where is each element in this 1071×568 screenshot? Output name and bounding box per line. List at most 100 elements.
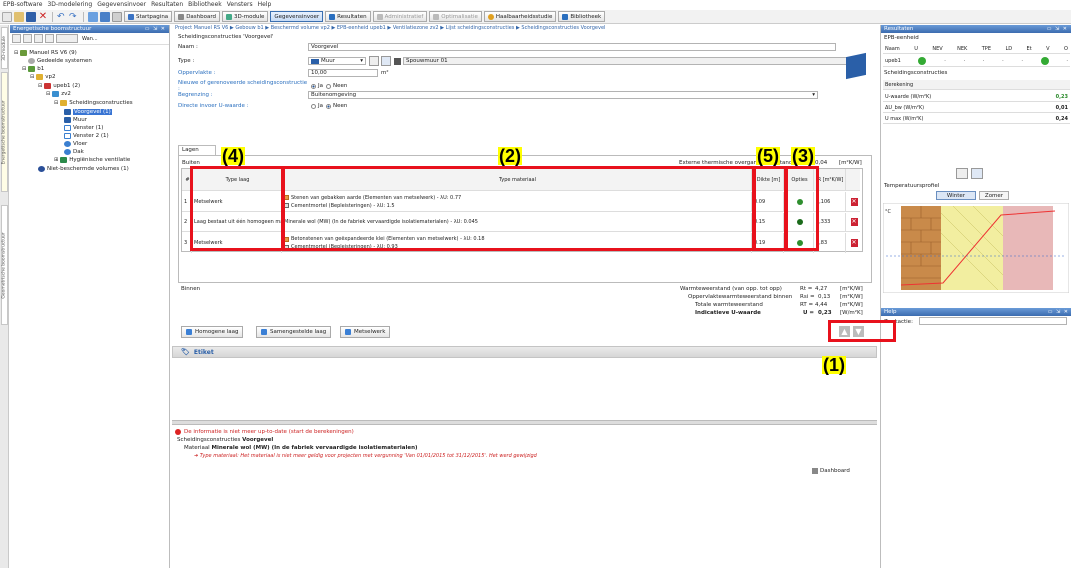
building-icon [28, 66, 36, 72]
breadcrumb[interactable]: Project Manuel RS V6 ▶ Gebouw b1 ▶ Besch… [172, 25, 877, 33]
library-icon[interactable] [394, 57, 401, 65]
admin-icon [376, 13, 383, 20]
add-metselwerk-button[interactable]: Metselwerk [340, 326, 391, 338]
view-icon[interactable] [100, 11, 110, 22]
delete-row-icon[interactable]: ✕ [850, 239, 858, 247]
tree-search[interactable]: Wan... [82, 36, 98, 42]
menu-gegevens[interactable]: Gegevensinvoer [97, 1, 146, 8]
tree-node-project[interactable]: ⊟ Manuel RS V6 (9) [14, 50, 77, 56]
tree-node-scheidingsconstructies[interactable]: ⊟ Scheidingsconstructies [54, 100, 133, 106]
tab-geometrische-boomstructuur[interactable]: Geometrische boomstructuur [1, 205, 8, 325]
annotation-box-5 [753, 166, 787, 251]
tree-node-venster[interactable]: Venster (1) [64, 125, 103, 131]
oppervlakte-input[interactable]: 10,00 [308, 69, 378, 77]
naam-row: Naam : Voorgevel [178, 43, 836, 51]
menu-vensters[interactable]: Vensters [227, 1, 253, 8]
panel-controls-icon[interactable]: ▭ ⇲ ✕ [1048, 309, 1071, 315]
resultaten-button[interactable]: Resultaten [325, 11, 371, 22]
tree-node-venster-2[interactable]: Venster 2 (1) [64, 133, 109, 139]
dashboard-button[interactable]: Dashboard [174, 11, 221, 22]
tree-node-voorgevel[interactable]: Voorgevel (1) [64, 109, 112, 115]
tree-tool-3[interactable] [34, 34, 43, 43]
tab-3d-module[interactable]: 3D-module [1, 27, 8, 69]
tree-node-dak[interactable]: Dak [64, 149, 84, 155]
tree-node-vp2[interactable]: ⊟ vp2 [30, 74, 55, 80]
screen-icon[interactable] [112, 11, 122, 22]
wall-icon [64, 117, 71, 123]
annotation-box-2 [282, 166, 755, 251]
dashboard-link[interactable]: Dashboard [812, 468, 850, 474]
delete-row-icon[interactable]: ✕ [850, 218, 858, 226]
open-icon[interactable] [14, 11, 24, 22]
chart-icon[interactable] [971, 168, 983, 179]
annotation-label-2: (2) [498, 146, 522, 166]
menu-bibliotheek[interactable]: Bibliotheek [188, 1, 222, 8]
tree-tool-1[interactable] [12, 34, 21, 43]
redo-icon[interactable]: ↷ [69, 12, 79, 22]
help-search-input[interactable] [919, 317, 1067, 325]
type-select[interactable]: Muur ▾ [308, 57, 366, 65]
delete-icon[interactable]: ✕ [38, 11, 48, 22]
study-icon [487, 13, 494, 20]
add-samengestelde-laag-button[interactable]: Samengestelde laag [256, 326, 332, 338]
zomer-button[interactable]: Zomer [979, 191, 1009, 200]
undo-icon[interactable]: ↶ [57, 12, 67, 22]
menu-help[interactable]: Help [258, 1, 272, 8]
gegevensinvoer-button[interactable]: Gegevensinvoer [270, 11, 324, 22]
tree-node-zv2[interactable]: ⊟ zv2 [46, 91, 71, 97]
dashboard-icon [812, 468, 818, 474]
tree-tool-2[interactable] [23, 34, 32, 43]
tree-tool-5[interactable] [56, 34, 78, 43]
haalbaarheidsstudie-button[interactable]: Haalbaarheidsstudie [483, 11, 557, 22]
nieuw-neen-radio[interactable] [326, 83, 331, 89]
3d-module-button[interactable]: 3D-module [222, 11, 269, 22]
panel-controls-icon[interactable]: ▭ ⇲ ✕ [145, 26, 169, 32]
annotation-label-3: (3) [791, 146, 815, 166]
startpagina-button[interactable]: Startpagina [124, 11, 173, 22]
directe-ja-radio[interactable] [311, 103, 316, 109]
volume-icon [36, 74, 44, 80]
add-homogene-laag-button[interactable]: Homogene laag [181, 326, 244, 338]
winter-button[interactable]: Winter [936, 191, 976, 200]
ventilation-icon [60, 157, 68, 163]
directe-row: Directe invoer U-waarde : Ja Neen [178, 103, 348, 109]
annotation-box-4 [190, 166, 284, 251]
tree-node-gedeelde[interactable]: Gedeelde systemen [28, 58, 92, 64]
tree-node-vloer[interactable]: Vloer [64, 141, 87, 147]
tree-tool-4[interactable] [45, 34, 54, 43]
swap-icon[interactable] [956, 168, 968, 179]
etiket-bar[interactable]: 🏷 Etiket [172, 346, 877, 358]
play-icon [128, 13, 134, 20]
new-icon[interactable] [2, 11, 12, 22]
tree-panel: Energetische boomstructuur ▭ ⇲ ✕ Wan... ⊟… [10, 25, 170, 568]
tree-node-ventilatie[interactable]: ⊞ Hygiënische ventilatie [54, 157, 130, 163]
begrenzing-select[interactable]: Buitenomgeving ▾ [308, 91, 818, 99]
status-ok-icon [1040, 56, 1049, 65]
nieuw-ja-radio[interactable] [311, 83, 316, 89]
menu-resultaten[interactable]: Resultaten [151, 1, 183, 8]
tool-icon[interactable] [88, 11, 98, 22]
optimalisatie-button[interactable]: Optimalisatie [429, 11, 482, 22]
menu-3d[interactable]: 3D-modelering [47, 1, 92, 8]
menu-epb[interactable]: EPB-software [3, 1, 42, 8]
results-row-upeb1[interactable]: upeb1 · · · · · · [883, 55, 1070, 67]
tab-energetische-boomstructuur[interactable]: Energetische boomstructuur [1, 72, 8, 192]
tree-node-niet-beschermd[interactable]: Niet-beschermde volumes (1) [38, 166, 129, 172]
directe-neen-radio[interactable] [326, 103, 331, 109]
tree-node-upeb1[interactable]: ⊟ upeb1 (2) [38, 83, 80, 89]
administratief-button[interactable]: Administratief [372, 11, 428, 22]
detail-message: ➜ Type materiaal: Het materiaal is niet … [194, 453, 537, 459]
results-panel-header: Resultaten ▭ ⇲ ✕ [881, 25, 1071, 33]
bibliotheek-button[interactable]: Bibliotheek [558, 11, 606, 22]
tab-lagen[interactable]: Lagen [178, 145, 216, 155]
save-icon[interactable] [26, 11, 36, 22]
panel-controls-icon[interactable]: ▭ ⇲ ✕ [1047, 26, 1071, 32]
results-header-row: Naam U NEV NEK TPE LD Et V O [883, 44, 1070, 54]
wall-icon [64, 109, 71, 115]
tree-node-muur[interactable]: Muur [64, 117, 87, 123]
tree-node-b1[interactable]: ⊟ b1 [22, 66, 44, 72]
type-copy-icon[interactable] [381, 56, 391, 66]
naam-input[interactable]: Voorgevel [308, 43, 836, 51]
type-edit-icon[interactable] [369, 56, 379, 66]
delete-row-icon[interactable]: ✕ [850, 197, 858, 206]
